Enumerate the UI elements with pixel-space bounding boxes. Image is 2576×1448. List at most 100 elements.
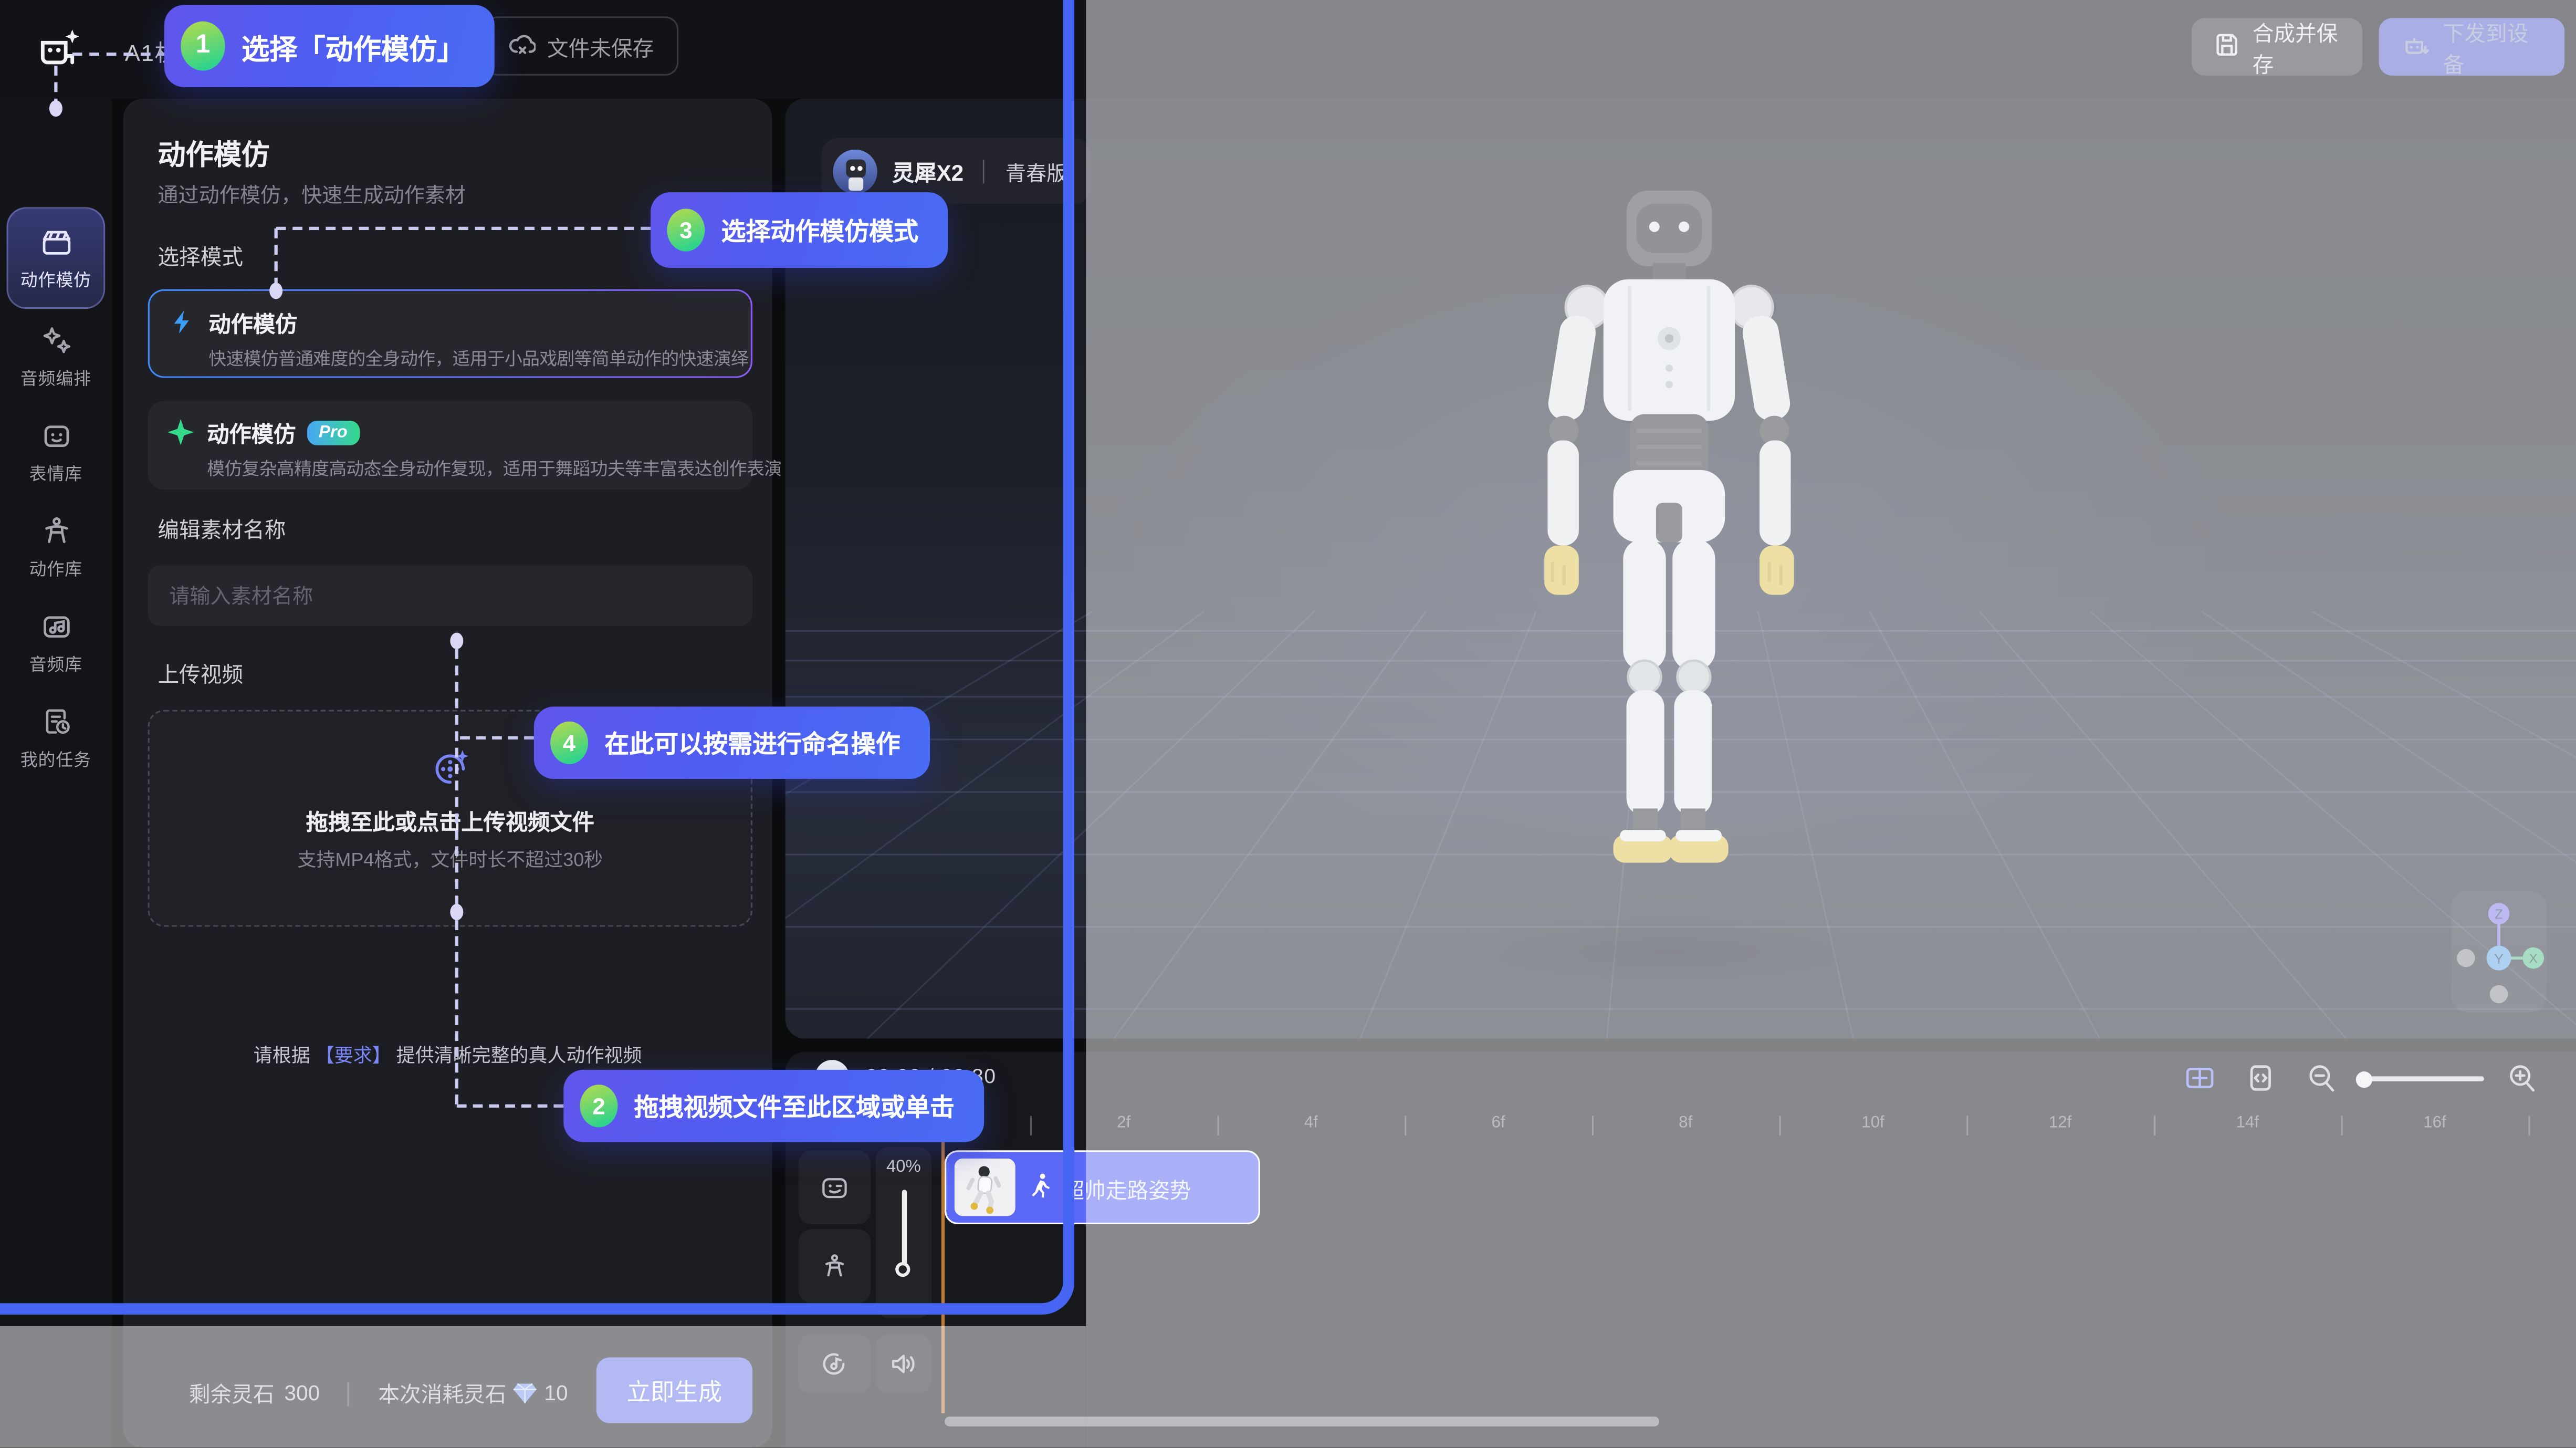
fit-clip-icon[interactable]: [2185, 1063, 2214, 1092]
material-name-label: 编辑素材名称: [158, 513, 286, 544]
expand-tracks-icon[interactable]: [2246, 1063, 2275, 1092]
connector-dot: [450, 904, 463, 920]
walking-person-icon: [1029, 1173, 1053, 1198]
slider-thumb[interactable]: [2356, 1070, 2372, 1087]
track-volume-slider[interactable]: 40%: [876, 1147, 931, 1318]
zoom-in-icon[interactable]: [2507, 1063, 2537, 1092]
ruler-label: 8f: [1662, 1114, 1709, 1132]
generate-now-button[interactable]: 立即生成: [596, 1357, 752, 1423]
connector-dot: [269, 283, 282, 299]
file-unsaved-status: 文件未保存: [485, 16, 678, 76]
expression-track-button[interactable]: [799, 1150, 871, 1224]
left-sidebar-nav: 动作模仿 音频编排 表情库 动作库: [0, 99, 112, 1448]
timeline-scrollbar[interactable]: [945, 1416, 1659, 1426]
dropzone-hint: 支持MP4格式，文件时长不超过30秒: [150, 846, 751, 872]
connector-line: [455, 649, 458, 905]
music-box-icon: [39, 609, 74, 643]
sidebar-item-my-tasks[interactable]: 我的任务: [0, 690, 112, 785]
vertical-slider-thumb[interactable]: [895, 1262, 910, 1277]
sidebar-item-audio-arrange[interactable]: 音频编排: [0, 309, 112, 404]
zoom-out-icon[interactable]: [2307, 1063, 2336, 1092]
task-list-clock-icon: [39, 704, 74, 739]
connector-line: [275, 228, 278, 288]
timeline-panel: 00:00 / 00:30 2f4f6f8f10f12f14f16f: [786, 1051, 2576, 1447]
connector-line: [276, 227, 651, 230]
model-edition: 青春版: [1006, 155, 1067, 186]
robot-3d-viewport[interactable]: 灵犀X2 │ 青春版 Z Y X: [786, 99, 2576, 1039]
deploy-to-device-button[interactable]: 下发到设备: [2379, 18, 2565, 76]
ruler-tick: [2154, 1116, 2155, 1136]
step-text: 选择「动作模仿」: [242, 25, 465, 66]
gem-icon: [513, 1381, 538, 1404]
sidebar-item-motion-library[interactable]: 动作库: [0, 499, 112, 595]
robot-face-icon: [39, 418, 74, 453]
connector-line: [457, 1105, 563, 1108]
panel-title: 动作模仿: [158, 131, 269, 172]
ruler-label: 6f: [1475, 1114, 1522, 1132]
sidebar-item-audio-library[interactable]: 音频库: [0, 595, 112, 690]
clip-thumbnail: [955, 1159, 1015, 1216]
cloud-unsaved-icon: [509, 32, 536, 60]
requirement-note: 请根据 【要求】 提供清晰完整的真人动作视频: [123, 1042, 772, 1068]
robot-avatar: [833, 149, 877, 193]
robot-download-icon: [2402, 32, 2430, 61]
tutorial-step-3: 3 选择动作模仿模式: [651, 192, 948, 268]
music-note-icon: [820, 1349, 849, 1379]
step-text: 拖拽视频文件至此区域或单击: [634, 1089, 955, 1123]
connector-dot: [49, 100, 62, 117]
ruler-tick: [1966, 1116, 1968, 1136]
ruler-tick: [1218, 1116, 1219, 1136]
ruler-label: 16f: [2412, 1114, 2458, 1132]
star-icon: [167, 419, 194, 445]
step-text: 在此可以按需进行命名操作: [604, 725, 900, 760]
ruler-tick: [2341, 1116, 2343, 1136]
connector-line: [455, 920, 458, 1104]
gizmo-z-label: Z: [2495, 907, 2502, 922]
volume-percent: 40%: [876, 1157, 931, 1177]
sparkles-icon: [39, 323, 74, 358]
motion-clip[interactable]: 超帅走路姿势: [945, 1150, 1260, 1224]
ruler-label: 10f: [1850, 1114, 1896, 1132]
tutorial-step-2: 2 拖拽视频文件至此区域或单击: [563, 1070, 984, 1142]
timeline-zoom-slider[interactable]: [2359, 1076, 2484, 1081]
step-number: 1: [181, 22, 225, 71]
divider: │: [978, 160, 990, 183]
mute-button[interactable]: [876, 1335, 931, 1394]
sidebar-item-expression-library[interactable]: 表情库: [0, 404, 112, 499]
mode-section-label: 选择模式: [158, 240, 243, 271]
save-and-merge-button[interactable]: 合成并保存: [2192, 18, 2362, 76]
mode-card-pro[interactable]: 动作模仿 Pro 模仿复杂高精度高动态全身动作复现，适用于舞蹈功夫等丰富表达创作…: [148, 401, 752, 489]
clip-label: 超帅走路姿势: [1063, 1173, 1191, 1204]
ruler-tick: [1779, 1116, 1781, 1136]
mode-title: 动作模仿: [207, 416, 296, 449]
view-axis-gizmo[interactable]: Z Y X: [2451, 891, 2546, 1013]
remaining-stones-label: 剩余灵石: [189, 1377, 275, 1408]
frame-ruler[interactable]: 2f4f6f8f10f12f14f16f: [786, 1105, 2576, 1147]
gizmo-y-label: Y: [2494, 951, 2504, 967]
divider: │: [343, 1381, 355, 1404]
pro-badge: Pro: [307, 420, 359, 444]
dropzone-title: 拖拽至此或点击上传视频文件: [150, 804, 751, 837]
mode-desc: 快速模仿普通难度的全身动作，适用于小品戏剧等简单动作的快速演绎: [208, 345, 731, 371]
ruler-label: 12f: [2037, 1114, 2083, 1132]
material-name-input[interactable]: [148, 565, 752, 626]
step-number: 3: [667, 209, 705, 251]
requirement-link[interactable]: 【要求】: [316, 1047, 391, 1067]
gizmo-x-label: X: [2529, 952, 2538, 966]
upload-video-label: 上传视频: [158, 658, 243, 689]
sidebar-item-motion-imitation[interactable]: 动作模仿: [7, 207, 106, 309]
wink-face-icon: [820, 1172, 849, 1202]
step-number: 4: [550, 722, 588, 764]
connector-line: [460, 736, 534, 739]
ruler-tick: [1592, 1116, 1594, 1136]
tutorial-step-1: 1 选择「动作模仿」: [164, 5, 495, 87]
audio-track-button[interactable]: [799, 1335, 871, 1394]
save-icon: [2215, 32, 2239, 61]
generate-footer-bar: 剩余灵石 300 │ 本次消耗灵石 10 立即生成: [123, 1325, 772, 1448]
playhead[interactable]: [941, 1108, 945, 1413]
panel-subtitle: 通过动作模仿，快速生成动作素材: [158, 178, 466, 209]
motion-track-button[interactable]: [799, 1229, 871, 1303]
step-text: 选择动作模仿模式: [721, 213, 919, 247]
mode-card-standard[interactable]: 动作模仿 快速模仿普通难度的全身动作，适用于小品戏剧等简单动作的快速演绎: [148, 289, 752, 378]
film-reel-sparkle-icon: [429, 748, 472, 790]
